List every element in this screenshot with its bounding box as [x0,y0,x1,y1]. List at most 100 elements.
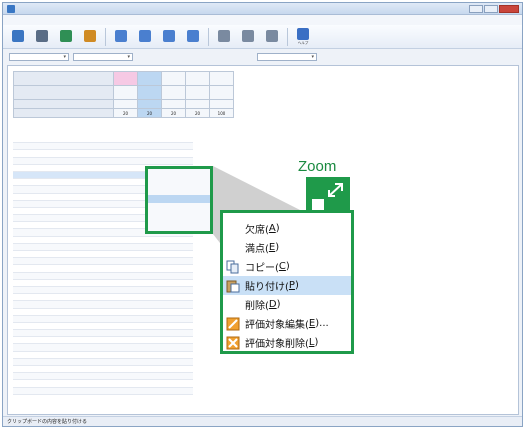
menu-item-suffix: ) [276,299,281,310]
toolbar-button[interactable] [158,26,180,48]
column-header-3[interactable] [185,71,210,86]
table-row[interactable] [13,387,193,395]
column-detail-0 [113,85,138,100]
menu-item-accesskey: C [278,261,286,272]
maximize-button[interactable] [484,4,498,13]
table-row[interactable] [13,330,193,338]
context-menu-item[interactable]: 欠席(A) [223,219,351,238]
table-row[interactable] [13,150,193,158]
paste-icon [226,280,240,293]
zoom-badge [306,177,350,213]
menu-item-label: 評価対象削除( [245,339,309,350]
table-row[interactable] [13,272,193,280]
column-points-1: 20 [137,108,162,118]
context-menu-item[interactable]: コピー(C) [223,257,351,276]
table-row[interactable] [13,258,193,266]
toolbar-button[interactable] [7,26,29,48]
context-menu-item[interactable]: 評価対象編集(E)... [223,314,351,333]
toolbar-separator [287,27,288,46]
column-detail-1 [137,85,162,100]
toolbar-button[interactable] [31,26,53,48]
header-label-1 [13,85,114,100]
toolbar-button[interactable] [55,26,77,48]
menu-item-label: コピー( [245,263,279,274]
table-row[interactable] [13,143,193,151]
filter-bar [3,50,522,63]
menu-item-suffix: ) [275,242,280,253]
toolbar-button[interactable] [182,26,204,48]
toolbar-button[interactable] [79,26,101,48]
context-menu-item[interactable]: 貼り付け(P) [223,276,351,295]
context-menu-item[interactable]: 削除(D) [223,295,351,314]
toolbar: ヘルプ [3,25,522,49]
table-row[interactable] [13,352,193,359]
toolbar-button[interactable] [213,26,235,48]
table-row[interactable] [13,337,193,345]
menu-item-suffix: ) [294,280,299,291]
column-points-0: 20 [113,108,138,118]
header-label-0 [13,71,114,86]
filter-select-2[interactable] [73,52,133,61]
column-points-3: 20 [185,108,210,118]
header-label-3 [13,108,114,118]
toolbar-button-label: ヘルプ [297,40,309,45]
context-menu-item[interactable]: 評価対象削除(L) [223,333,351,352]
filter-select-3[interactable] [257,52,317,61]
search-icon [266,30,278,42]
table-row[interactable] [13,136,193,144]
zoom-label: Zoom [298,158,337,175]
table-row[interactable] [13,315,193,323]
toolbar-button[interactable] [134,26,156,48]
table-row[interactable] [13,309,193,316]
menu-item-suffix: ) [314,337,319,348]
table-row[interactable] [13,294,193,302]
title-bar [3,3,522,15]
toolbar-button[interactable] [237,26,259,48]
column-points-4: 100 [209,108,234,118]
table-row[interactable] [13,323,193,331]
table-row[interactable] [13,366,193,374]
column-header-4[interactable] [209,71,234,86]
filter-select-1[interactable] [9,52,69,61]
table-row[interactable] [13,157,193,165]
zoom-source-frame [145,166,213,234]
menu-item-label: 削除( [245,301,269,312]
table-row[interactable] [13,286,193,295]
table-row[interactable] [13,265,193,273]
table-row[interactable] [13,373,193,381]
table-row[interactable] [13,251,193,259]
column-detail-4 [209,85,234,100]
toolbar-button[interactable] [110,26,132,48]
column-date-1 [137,99,162,109]
toolbar-separator [208,27,209,46]
help-icon [297,27,309,40]
column-header-1[interactable] [137,71,162,86]
minimize-button[interactable] [469,4,483,13]
menu-item-label: 満点( [245,244,269,255]
column-header-0[interactable] [113,71,138,86]
menu-item-label: 欠席( [245,225,269,236]
context-menu-item[interactable]: 満点(E) [223,238,351,257]
status-bar: クリップボードの内容を貼り付ける [3,416,522,426]
menu-item-suffix: ) [275,223,280,234]
close-button[interactable] [499,4,519,13]
zoom-badge-inner [312,199,324,210]
table-row[interactable] [13,358,193,366]
toolbar-button[interactable]: ヘルプ [292,26,314,48]
column-detail-3 [185,85,210,100]
menu-item-accesskey: D [268,299,277,310]
table-row[interactable] [13,301,193,309]
edit-eval-icon [226,317,240,331]
toolbar-separator [105,27,106,46]
app-icon [7,4,15,13]
toolbar-button[interactable] [261,26,283,48]
paste-icon [84,30,96,42]
column-detail-2 [161,85,186,100]
table-row[interactable] [13,380,193,388]
copy-icon [226,260,239,274]
table-row[interactable] [13,344,193,352]
table-row[interactable] [13,280,193,287]
table-row[interactable] [13,237,193,244]
table-row[interactable] [13,243,193,251]
column-header-2[interactable] [161,71,186,86]
